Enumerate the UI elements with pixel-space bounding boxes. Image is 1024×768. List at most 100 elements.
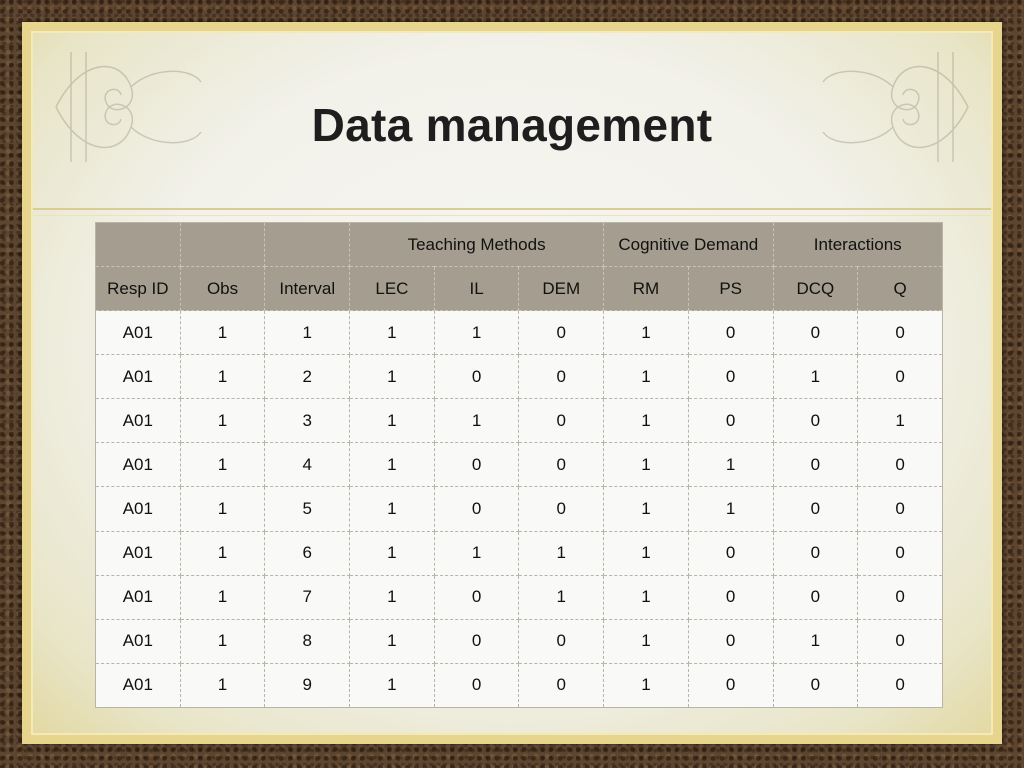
cell-dem: 0 — [518, 662, 605, 709]
cell-obs: 1 — [179, 442, 266, 488]
cell-lec: 1 — [349, 530, 435, 576]
cell-il: 1 — [433, 309, 520, 356]
cell-dcq: 0 — [772, 530, 859, 576]
group-header-interactions: Interactions — [772, 222, 943, 267]
cell-rm: 1 — [603, 398, 689, 444]
cell-obs: 1 — [179, 618, 266, 664]
cell-lec: 1 — [349, 618, 435, 664]
cell-ps: 1 — [687, 486, 774, 532]
cell-resp-id: A01 — [95, 662, 181, 709]
cell-q: 0 — [857, 442, 943, 488]
table-body: A01 1 1 1 1 0 1 0 0 0 A01 1 2 1 0 0 1 0 1 0 A01 1 3 1 1 0 1 0 0 1 A01 1… — [95, 309, 943, 709]
cell-ps: 0 — [687, 309, 774, 356]
cell-obs: 1 — [179, 354, 266, 400]
cell-lec: 1 — [349, 486, 435, 532]
cell-lec: 1 — [349, 662, 435, 709]
cell-il: 0 — [433, 486, 520, 532]
cell-dcq: 0 — [772, 442, 859, 488]
column-header-interval: Interval — [264, 266, 351, 311]
cell-interval: 6 — [264, 530, 351, 576]
cell-il: 1 — [433, 398, 520, 444]
group-header-teaching-methods: Teaching Methods — [349, 222, 605, 267]
cell-resp-id: A01 — [95, 354, 181, 400]
cell-ps: 1 — [687, 442, 774, 488]
cell-dcq: 0 — [772, 574, 859, 620]
cell-interval: 3 — [264, 398, 351, 444]
cell-q: 0 — [857, 574, 943, 620]
cell-interval: 1 — [264, 309, 351, 356]
column-header-row: Resp ID Obs Interval LEC IL DEM RM PS DC… — [95, 266, 943, 311]
cell-obs: 1 — [179, 309, 266, 356]
cell-il: 0 — [433, 354, 520, 400]
title-divider — [33, 208, 991, 210]
cell-lec: 1 — [349, 398, 435, 444]
cell-obs: 1 — [179, 398, 266, 444]
cell-obs: 1 — [179, 486, 266, 532]
table-row: A01 1 2 1 0 0 1 0 1 0 — [95, 354, 943, 400]
column-header-resp-id: Resp ID — [95, 266, 181, 311]
cell-il: 0 — [433, 442, 520, 488]
cell-dem: 1 — [518, 530, 605, 576]
cell-il: 0 — [433, 662, 520, 709]
cell-resp-id: A01 — [95, 618, 181, 664]
cell-resp-id: A01 — [95, 530, 181, 576]
cell-dcq: 0 — [772, 662, 859, 709]
column-header-obs: Obs — [179, 266, 266, 311]
cell-dem: 0 — [518, 442, 605, 488]
cell-resp-id: A01 — [95, 398, 181, 444]
group-header-empty — [95, 222, 181, 267]
cell-interval: 7 — [264, 574, 351, 620]
table-row: A01 1 3 1 1 0 1 0 0 1 — [95, 398, 943, 444]
cell-interval: 5 — [264, 486, 351, 532]
cell-resp-id: A01 — [95, 442, 181, 488]
cell-il: 0 — [433, 618, 520, 664]
column-header-q: Q — [857, 266, 943, 311]
cell-ps: 0 — [687, 618, 774, 664]
table-row: A01 1 7 1 0 1 1 0 0 0 — [95, 574, 943, 620]
cell-resp-id: A01 — [95, 486, 181, 532]
cell-dem: 0 — [518, 354, 605, 400]
cell-rm: 1 — [603, 530, 689, 576]
cell-resp-id: A01 — [95, 309, 181, 356]
cell-q: 1 — [857, 398, 943, 444]
group-header-cognitive-demand: Cognitive Demand — [603, 222, 774, 267]
cell-rm: 1 — [603, 442, 689, 488]
cell-obs: 1 — [179, 662, 266, 709]
cell-interval: 4 — [264, 442, 351, 488]
group-header-row: Teaching Methods Cognitive Demand Intera… — [95, 222, 943, 267]
cell-rm: 1 — [603, 486, 689, 532]
table-row: A01 1 8 1 0 0 1 0 1 0 — [95, 618, 943, 664]
cell-dcq: 1 — [772, 618, 859, 664]
cell-dem: 0 — [518, 486, 605, 532]
group-header-empty — [179, 222, 266, 267]
cell-rm: 1 — [603, 618, 689, 664]
cell-il: 1 — [433, 530, 520, 576]
cell-il: 0 — [433, 574, 520, 620]
cell-resp-id: A01 — [95, 574, 181, 620]
cell-q: 0 — [857, 530, 943, 576]
cell-lec: 1 — [349, 574, 435, 620]
column-header-dem: DEM — [518, 266, 605, 311]
data-table: Teaching Methods Cognitive Demand Intera… — [95, 222, 943, 709]
cell-q: 0 — [857, 662, 943, 709]
table-row: A01 1 5 1 0 0 1 1 0 0 — [95, 486, 943, 532]
cell-rm: 1 — [603, 662, 689, 709]
column-header-rm: RM — [603, 266, 689, 311]
cell-lec: 1 — [349, 309, 435, 356]
column-header-lec: LEC — [349, 266, 435, 311]
cell-interval: 9 — [264, 662, 351, 709]
cell-lec: 1 — [349, 354, 435, 400]
column-header-il: IL — [433, 266, 520, 311]
cell-dcq: 0 — [772, 486, 859, 532]
cell-dcq: 1 — [772, 354, 859, 400]
cell-ps: 0 — [687, 398, 774, 444]
cell-obs: 1 — [179, 530, 266, 576]
table-row: A01 1 1 1 1 0 1 0 0 0 — [95, 309, 943, 356]
cell-dcq: 0 — [772, 398, 859, 444]
cell-dem: 0 — [518, 309, 605, 356]
cell-dem: 1 — [518, 574, 605, 620]
cell-dem: 0 — [518, 618, 605, 664]
slide-title: Data management — [311, 99, 713, 151]
group-header-empty — [264, 222, 351, 267]
cell-q: 0 — [857, 309, 943, 356]
